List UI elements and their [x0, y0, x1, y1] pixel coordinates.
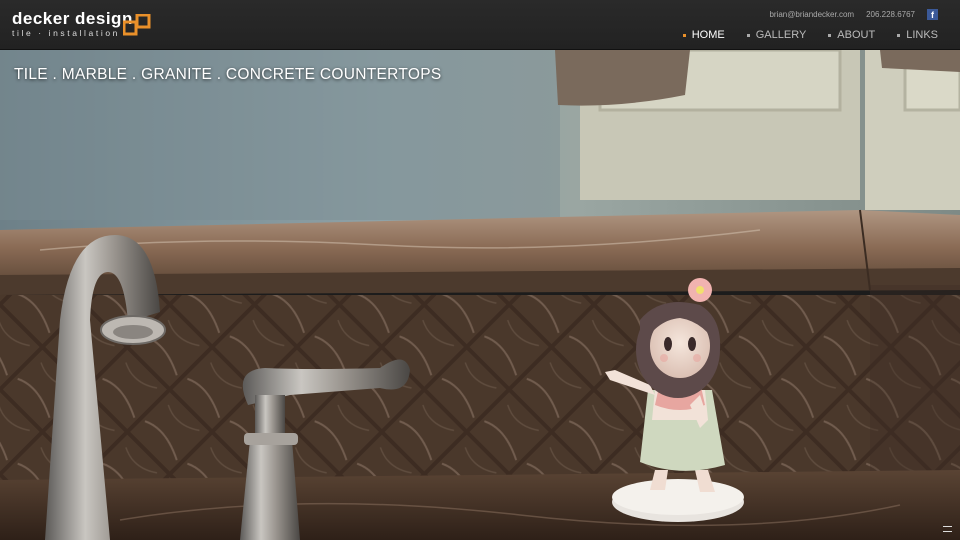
nav-about[interactable]: ABOUT	[828, 29, 875, 41]
hero-scene-illustration	[0, 50, 960, 540]
facebook-icon[interactable]: f	[927, 9, 938, 20]
nav-bullet-icon	[828, 33, 832, 37]
nav-home-label: HOME	[691, 29, 725, 41]
nav-home[interactable]: HOME	[682, 29, 725, 41]
contact-phone: 206.228.6767	[866, 10, 915, 19]
hero-tagline: TILE . MARBLE . GRANITE . CONCRETE COUNT…	[14, 66, 442, 83]
logo-subtitle: tile · installation	[12, 28, 120, 38]
contact-email[interactable]: brian@briandecker.com	[769, 10, 854, 19]
main-nav: HOME GALLERY ABOUT LINKS	[682, 29, 938, 41]
nav-about-label: ABOUT	[837, 29, 876, 41]
nav-bullet-icon	[897, 33, 901, 37]
nav-bullet-icon	[746, 33, 750, 37]
menu-toggle-icon[interactable]	[943, 526, 952, 532]
logo-title: decker design	[12, 9, 133, 28]
nav-links-label: LINKS	[906, 29, 938, 41]
logo-mark-icon	[123, 14, 151, 36]
hero-image: TILE . MARBLE . GRANITE . CONCRETE COUNT…	[0, 50, 960, 540]
nav-links[interactable]: LINKS	[897, 29, 938, 41]
nav-bullet-icon	[682, 33, 686, 37]
site-header: decker design tile · installation brian@…	[0, 0, 960, 50]
contact-info: brian@briandecker.com 206.228.6767 f	[769, 9, 938, 20]
logo[interactable]: decker design tile · installation	[12, 9, 151, 38]
nav-gallery-label: GALLERY	[755, 29, 807, 41]
nav-gallery[interactable]: GALLERY	[746, 29, 807, 41]
